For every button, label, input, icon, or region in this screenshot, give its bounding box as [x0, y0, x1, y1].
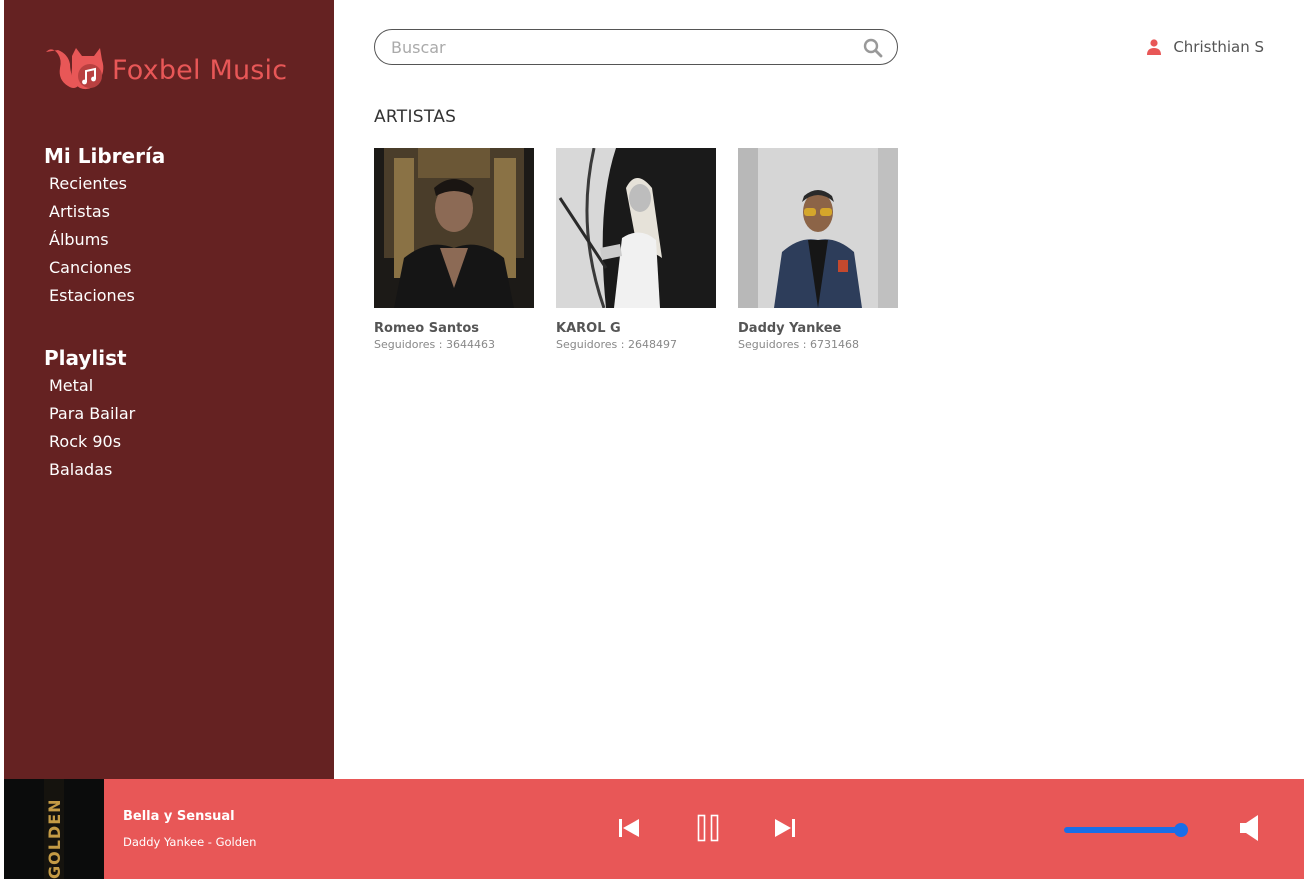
artist-card[interactable]: Romeo Santos Seguidores : 3644463 [374, 148, 534, 351]
skip-next-icon[interactable] [769, 811, 801, 845]
playlist-item-rock-90s[interactable]: Rock 90s [49, 428, 135, 456]
speaker-icon[interactable] [1238, 813, 1262, 843]
artist-followers: Seguidores : 2648497 [556, 338, 677, 351]
album-cover[interactable]: GOLDEN [4, 779, 104, 879]
sidebar-item-estaciones[interactable]: Estaciones [49, 282, 135, 310]
search-icon[interactable] [863, 38, 883, 58]
track-artist: Daddy Yankee - Golden [123, 835, 257, 849]
brand[interactable]: Foxbel Music [44, 46, 287, 94]
artist-photo [374, 148, 534, 308]
volume-thumb[interactable] [1174, 823, 1188, 837]
volume-track [1064, 827, 1181, 833]
library-nav: Recientes Artistas Álbums Canciones Esta… [49, 170, 135, 310]
artist-followers: Seguidores : 3644463 [374, 338, 495, 351]
skip-previous-icon[interactable] [613, 811, 645, 845]
sidebar-item-recientes[interactable]: Recientes [49, 170, 135, 198]
search-box [374, 29, 898, 65]
artist-name: Romeo Santos [374, 321, 480, 336]
pause-icon[interactable] [692, 811, 724, 845]
playlist-item-baladas[interactable]: Baladas [49, 456, 135, 484]
artist-name: Daddy Yankee [738, 321, 842, 336]
track-title: Bella y Sensual [123, 809, 235, 824]
volume-slider[interactable] [1064, 823, 1188, 837]
artist-card[interactable]: KAROL G Seguidores : 2648497 [556, 147, 716, 351]
playlist-item-metal[interactable]: Metal [49, 372, 135, 400]
player-bar: GOLDEN Bella y Sensual Daddy Yankee - Go… [4, 779, 1304, 879]
page-title: ARTISTAS [374, 107, 457, 127]
artist-name: KAROL G [556, 321, 621, 336]
library-title: Mi Librería [44, 144, 166, 168]
artist-photo [738, 148, 898, 308]
sidebar-item-albums[interactable]: Álbums [49, 226, 135, 254]
playlist-item-para-bailar[interactable]: Para Bailar [49, 400, 135, 428]
app: Foxbel Music Mi Librería Recientes Artis… [0, 0, 1307, 883]
artist-card[interactable]: Daddy Yankee Seguidores : 6731468 [738, 148, 898, 351]
user-menu[interactable]: Christhian S [1147, 38, 1264, 56]
sidebar-item-artistas[interactable]: Artistas [49, 198, 135, 226]
sidebar: Foxbel Music Mi Librería Recientes Artis… [4, 0, 334, 779]
artist-followers: Seguidores : 6731468 [738, 338, 859, 351]
playlist-title: Playlist [44, 346, 127, 370]
artist-photo [556, 147, 716, 309]
search-input[interactable] [391, 30, 851, 64]
album-cover-art: GOLDEN [4, 779, 104, 879]
brand-name: Foxbel Music [112, 54, 288, 86]
fox-logo-icon [46, 48, 104, 90]
playlist-nav: Metal Para Bailar Rock 90s Baladas [49, 372, 135, 484]
artist-grid: Romeo Santos Seguidores : 3644463 KAROL … [374, 147, 920, 351]
album-cover-text: GOLDEN [45, 798, 64, 879]
sidebar-item-canciones[interactable]: Canciones [49, 254, 135, 282]
user-icon [1147, 39, 1162, 55]
user-name: Christhian S [1173, 38, 1264, 56]
